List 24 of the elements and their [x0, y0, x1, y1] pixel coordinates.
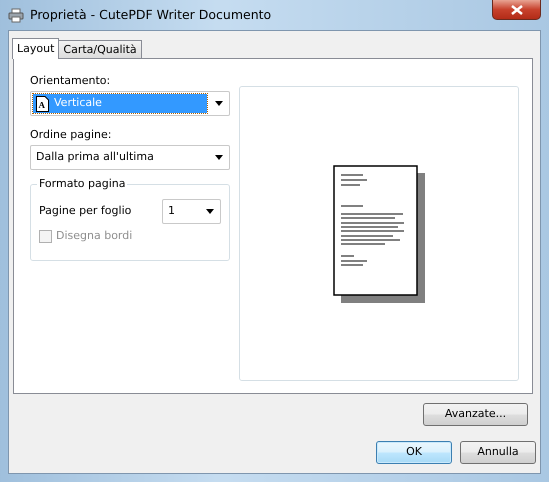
printer-icon [8, 8, 24, 22]
portrait-page-icon: A [36, 96, 49, 112]
dropdown-value: Dalla prima all'ultima [36, 149, 154, 166]
dropdown-value: Verticale [54, 95, 102, 112]
advanced-button[interactable]: Avanzate... [423, 403, 528, 426]
dialog-button[interactable]: Annulla [460, 441, 536, 464]
close-icon [510, 4, 522, 14]
caret-icon [206, 209, 214, 214]
tab[interactable]: Layout [12, 38, 60, 59]
dropdown-value: 1 [168, 203, 175, 220]
close-button[interactable] [492, 0, 541, 20]
checkbox-label: Disegna bordi [56, 228, 132, 244]
dialog-button[interactable]: OK [376, 441, 452, 464]
field-label: Pagine per foglio [39, 203, 132, 220]
field-label: Orientamento: [30, 73, 112, 88]
field-label: Ordine pagine: [30, 127, 112, 142]
window-title: Proprietà - CutePDF Writer Documento [30, 6, 272, 24]
page-order-dropdown[interactable]: Dalla prima all'ultima [30, 145, 230, 170]
caret-icon [215, 101, 223, 106]
group-title: Formato pagina [37, 177, 128, 191]
orientation-dropdown[interactable]: A Verticale [30, 91, 230, 116]
pages-per-sheet-dropdown[interactable]: 1 [162, 199, 221, 224]
tab[interactable]: Carta/Qualità [58, 40, 142, 58]
caret-icon [215, 155, 223, 160]
